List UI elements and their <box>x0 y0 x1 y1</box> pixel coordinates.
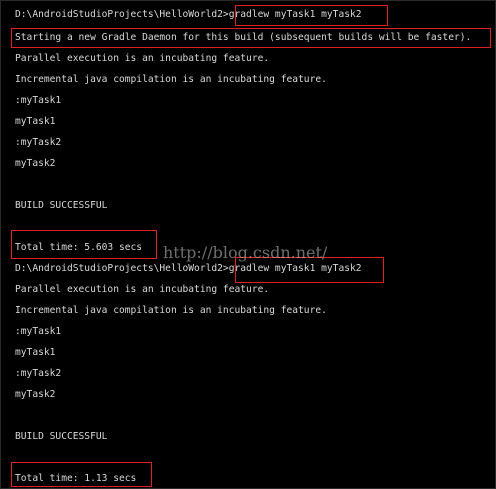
highlight-command-1 <box>235 5 388 26</box>
terminal-line-parallel-1: Parallel execution is an incubating feat… <box>15 53 270 64</box>
terminal-line-incremental-2: Incremental java compilation is an incub… <box>15 305 327 316</box>
terminal-line-incremental-1: Incremental java compilation is an incub… <box>15 74 327 85</box>
highlight-command-2 <box>235 257 384 283</box>
terminal-window[interactable]: D:\AndroidStudioProjects\HelloWorld2>gra… <box>0 0 496 489</box>
terminal-line-task2-header-1: :myTask2 <box>15 137 62 148</box>
terminal-line-build-successful-2: BUILD SUCCESSFUL <box>15 431 108 442</box>
terminal-line-task1-header-2: :myTask1 <box>15 326 62 337</box>
highlight-total-time-1 <box>11 230 157 259</box>
terminal-line-task1-output-1: myTask1 <box>15 116 56 127</box>
terminal-line-task2-header-2: :myTask2 <box>15 368 62 379</box>
terminal-line-task1-output-2: myTask1 <box>15 347 56 358</box>
terminal-line-parallel-2: Parallel execution is an incubating feat… <box>15 284 270 295</box>
terminal-line-task1-header-1: :myTask1 <box>15 95 62 106</box>
highlight-daemon-start <box>11 28 491 48</box>
terminal-line-build-successful-1: BUILD SUCCESSFUL <box>15 200 108 211</box>
terminal-line-task2-output-1: myTask2 <box>15 158 56 169</box>
terminal-line-task2-output-2: myTask2 <box>15 389 56 400</box>
highlight-total-time-2 <box>11 462 152 487</box>
